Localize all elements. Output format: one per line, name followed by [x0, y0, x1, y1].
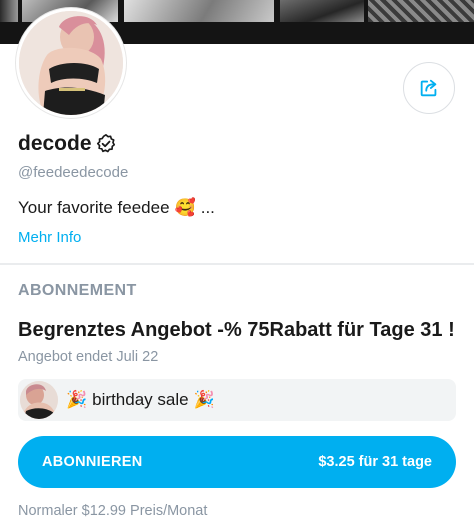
subscription-section-title: ABONNEMENT: [18, 282, 137, 299]
banner-photo-3: [124, 0, 274, 22]
share-icon: [420, 79, 437, 97]
offer-end-date: Angebot endet Juli 22: [18, 349, 159, 365]
profile-avatar[interactable]: [16, 8, 126, 118]
banner-photo-4: [280, 0, 364, 22]
verified-badge-icon: [96, 134, 115, 153]
subscribe-button[interactable]: ABONNIEREN $3.25 für 31 tage: [18, 436, 456, 488]
promo-avatar: [20, 381, 58, 419]
section-divider: [0, 263, 474, 265]
banner-photo-1: [0, 0, 18, 22]
more-info-link[interactable]: Mehr Info: [18, 229, 81, 246]
promo-text-row: 🎉 birthday sale 🎉: [66, 390, 215, 410]
smiling-face-with-hearts-emoji: 🥰: [174, 198, 196, 217]
share-button[interactable]: [403, 62, 455, 114]
profile-name: decode: [18, 132, 92, 155]
promo-text: birthday sale: [92, 390, 189, 409]
avatar-photo: [19, 11, 123, 115]
subscribe-button-label: ABONNIEREN: [42, 454, 143, 470]
party-popper-emoji-left: 🎉: [66, 390, 88, 409]
promo-message: 🎉 birthday sale 🎉: [18, 379, 456, 421]
profile-name-row: decode: [18, 132, 117, 156]
bio-text: Your favorite feedee: [18, 198, 170, 217]
party-popper-emoji-right: 🎉: [193, 390, 215, 409]
banner-photo-5: [368, 0, 474, 22]
offer-title: Begrenztes Angebot -% 75Rabatt für Tage …: [18, 319, 455, 341]
bio-ellipsis: ...: [200, 198, 215, 217]
profile-handle: @feedeedecode: [18, 164, 129, 181]
promo-avatar-photo: [20, 381, 58, 419]
regular-price-text: Normaler $12.99 Preis/Monat: [18, 503, 208, 519]
profile-bio: Your favorite feedee 🥰 ...: [18, 198, 215, 218]
subscribe-button-price: $3.25 für 31 tage: [318, 454, 432, 470]
